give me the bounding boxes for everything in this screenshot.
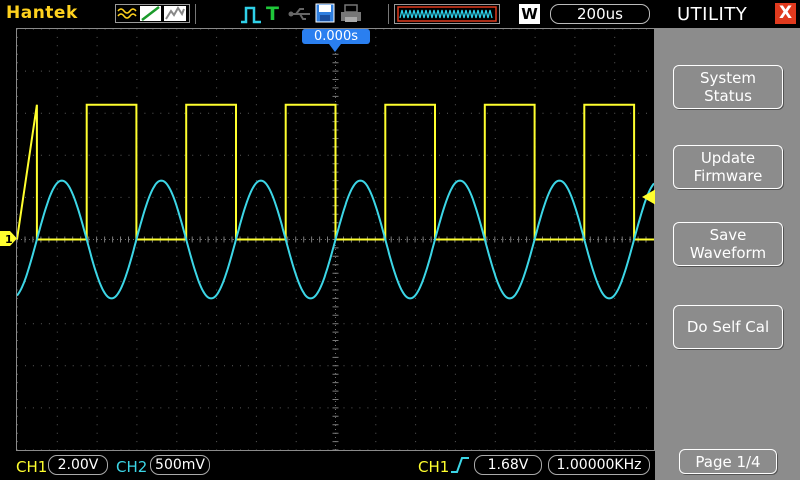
frequency-readout: 1.00000KHz <box>548 455 650 475</box>
save-icon[interactable] <box>315 3 335 23</box>
ch2-label: CH2 <box>116 458 148 476</box>
usb-icon <box>288 8 310 20</box>
utility-menu-panel: UTILITY X System Status Update Firmware … <box>655 0 800 480</box>
trigger-status-icon: T <box>266 3 279 25</box>
trigger-edge-icon <box>241 6 261 24</box>
print-icon[interactable] <box>340 4 362 23</box>
top-status-bar: Hantek T W 200us <box>0 0 655 28</box>
waveform-modes-icon[interactable] <box>115 4 190 23</box>
trigger-level-readout[interactable]: 1.68V <box>474 455 542 475</box>
panel-title: UTILITY <box>677 4 748 25</box>
trigger-level-marker-icon[interactable] <box>640 189 656 205</box>
trigger-source-label: CH1 <box>418 458 450 476</box>
save-waveform-button[interactable]: Save Waveform <box>673 222 783 266</box>
close-button[interactable]: X <box>775 3 796 24</box>
timebase-readout[interactable]: 200us <box>550 4 650 24</box>
memory-depth-icon <box>394 4 500 24</box>
waveform-plot <box>17 29 654 450</box>
trigger-position-readout: 0.000s <box>302 29 370 44</box>
brand-logo: Hantek <box>6 3 78 23</box>
waveform-display[interactable] <box>16 28 655 451</box>
page-button[interactable]: Page 1/4 <box>679 449 777 474</box>
panel-header: UTILITY X <box>655 0 800 28</box>
update-firmware-button[interactable]: Update Firmware <box>673 145 783 189</box>
ch1-label: CH1 <box>16 458 48 476</box>
ch1-trace <box>17 103 654 241</box>
self-cal-button[interactable]: Do Self Cal <box>673 305 783 349</box>
acquire-mode-badge: W <box>519 4 540 24</box>
divider <box>195 4 196 24</box>
ch1-scale-readout[interactable]: 2.00V <box>48 455 108 475</box>
ch2-scale-readout[interactable]: 500mV <box>150 455 210 475</box>
rising-edge-icon <box>451 457 469 473</box>
svg-text:1: 1 <box>5 233 13 246</box>
axis-ticks <box>17 36 647 450</box>
divider <box>388 4 389 24</box>
ch1-ground-marker-icon[interactable]: 1 <box>0 231 18 246</box>
trigger-position-marker-icon <box>329 44 341 52</box>
system-status-button[interactable]: System Status <box>673 65 783 109</box>
